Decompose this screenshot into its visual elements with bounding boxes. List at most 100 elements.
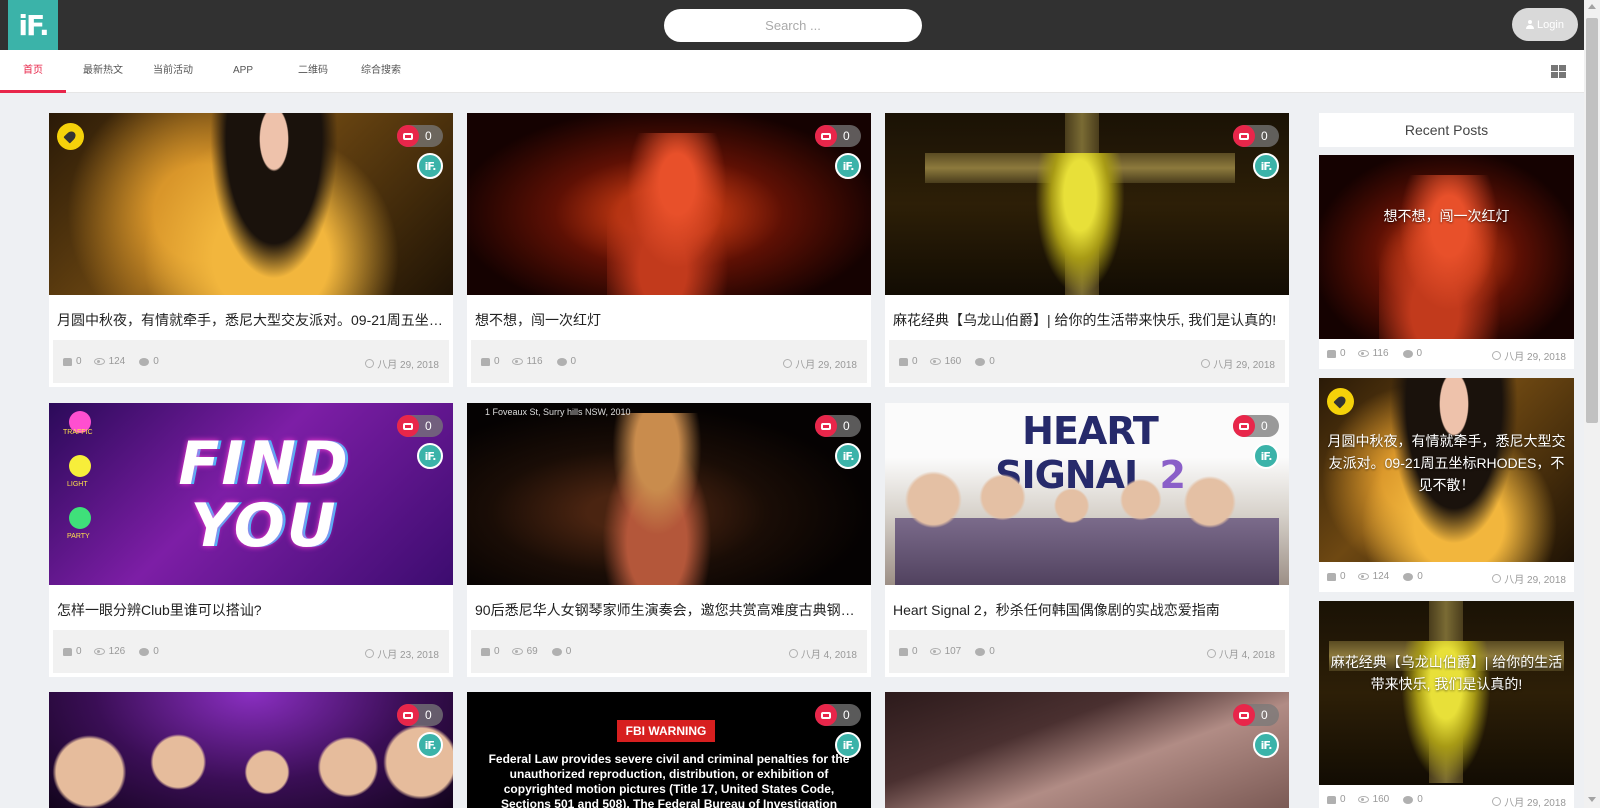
favorite-count: 0	[425, 419, 432, 433]
views-icon	[1357, 573, 1369, 580]
favorite-pill[interactable]: 0	[1233, 125, 1279, 147]
like-icon[interactable]	[899, 647, 908, 656]
site-logo[interactable]: iF.	[8, 0, 58, 50]
like-icon[interactable]	[1327, 349, 1336, 358]
comment-icon	[139, 357, 150, 366]
recent-post-thumbnail[interactable]: 想不想，闯一次红灯	[1319, 155, 1574, 339]
comment-count: 0	[565, 646, 572, 657]
view-count: 124	[1372, 571, 1390, 582]
site-badge-icon: iF.	[417, 443, 443, 469]
like-icon[interactable]	[899, 357, 908, 366]
favorite-icon	[815, 125, 837, 147]
post-thumbnail[interactable]: 0 iF.	[49, 692, 453, 808]
favorite-pill[interactable]: 0	[815, 415, 861, 437]
main-nav: 首页 最新热文 当前活动 APP 二维码 综合搜索	[0, 50, 1584, 93]
featured-rocket-icon	[57, 123, 84, 150]
nav-item-events[interactable]: 当前活动	[140, 50, 206, 93]
site-badge-icon: iF.	[1253, 732, 1279, 758]
post-title[interactable]: 想不想，闯一次红灯	[475, 310, 863, 330]
post-title[interactable]: 90后悉尼华人女钢琴家师生演奏会，邀您共赏高难度古典钢琴名曲	[475, 600, 863, 620]
favorite-count: 0	[425, 708, 432, 722]
favorite-icon	[1233, 125, 1255, 147]
search-input[interactable]	[664, 9, 922, 42]
post-title[interactable]: 麻花经典【乌龙山伯爵】| 给你的生活带来快乐, 我们是认真的!	[893, 310, 1281, 330]
favorite-pill[interactable]: 0	[1233, 704, 1279, 726]
post-card[interactable]: FBI WARNING Federal Law provides severe …	[467, 692, 871, 808]
scroll-down-arrow-icon[interactable]	[1588, 797, 1596, 802]
login-button[interactable]: Login	[1512, 8, 1578, 41]
scroll-up-arrow-icon[interactable]	[1588, 4, 1596, 9]
nav-item-latest[interactable]: 最新热文	[70, 50, 136, 93]
recent-post-thumbnail[interactable]: 月圆中秋夜，有情就牵手，悉尼大型交友派对。09-21周五坐标RHODES，不见不…	[1319, 378, 1574, 562]
post-card[interactable]: 0 iF. 麻花经典【乌龙山伯爵】| 给你的生活带来快乐, 我们是认真的! 0 1…	[885, 113, 1289, 387]
post-thumbnail[interactable]: 0 iF.	[467, 113, 871, 295]
post-thumbnail[interactable]: 0 iF.	[885, 113, 1289, 295]
like-icon[interactable]	[1327, 572, 1336, 581]
image-text: 1 Foveaux St, Surry hills NSW, 2010	[485, 407, 631, 417]
favorite-icon	[397, 415, 419, 437]
post-thumbnail[interactable]: FBI WARNING Federal Law provides severe …	[467, 692, 871, 808]
nav-item-qrcode[interactable]: 二维码	[280, 50, 346, 93]
post-title[interactable]: 怎样一眼分辨Club里谁可以搭讪?	[57, 600, 445, 620]
favorite-pill[interactable]: 0	[815, 125, 861, 147]
favorite-pill[interactable]: 0	[397, 415, 443, 437]
post-meta: 0 116 0 八月 29, 2018	[471, 340, 867, 383]
recent-post-meta: 0 124 0 八月 29, 2018	[1319, 567, 1574, 586]
recent-post[interactable]: 麻花经典【乌龙山伯爵】| 给你的生活带来快乐, 我们是认真的! 0 160 0 八月…	[1319, 601, 1574, 808]
recent-post-thumbnail[interactable]: 麻花经典【乌龙山伯爵】| 给你的生活带来快乐, 我们是认真的!	[1319, 601, 1574, 785]
views-icon	[1357, 796, 1369, 803]
recent-post-caption[interactable]: 麻花经典【乌龙山伯爵】| 给你的生活带来快乐, 我们是认真的!	[1325, 651, 1568, 695]
like-icon[interactable]	[1327, 795, 1336, 804]
like-icon[interactable]	[481, 647, 490, 656]
featured-rocket-icon	[1327, 388, 1354, 415]
favorite-pill[interactable]: 0	[815, 704, 861, 726]
page-scrollbar[interactable]	[1584, 0, 1600, 808]
post-title[interactable]: 月圆中秋夜，有情就牵手，悉尼大型交友派对。09-21周五坐标RHODES，不见不…	[57, 310, 445, 330]
recent-post-caption[interactable]: 月圆中秋夜，有情就牵手，悉尼大型交友派对。09-21周五坐标RHODES，不见不…	[1325, 430, 1568, 496]
favorite-icon	[397, 704, 419, 726]
comment-count: 0	[153, 646, 159, 657]
post-date: 八月 23, 2018	[377, 650, 439, 661]
post-card[interactable]: TRAFFIC LIGHT PARTY FIND YOU 0 iF. 怎样一眼分辨…	[49, 403, 453, 677]
post-thumbnail[interactable]: 0 iF.	[49, 113, 453, 295]
comment-icon	[1402, 349, 1413, 358]
grid-view-icon[interactable]	[1551, 65, 1566, 78]
clock-icon	[1492, 797, 1502, 806]
favorite-pill[interactable]: 0	[397, 704, 443, 726]
clock-icon	[1492, 574, 1502, 583]
post-card[interactable]: 0 iF.	[885, 692, 1289, 808]
like-icon[interactable]	[481, 357, 490, 366]
post-card[interactable]: 0 iF. 月圆中秋夜，有情就牵手，悉尼大型交友派对。09-21周五坐标RHOD…	[49, 113, 453, 387]
recent-post[interactable]: 想不想，闯一次红灯 0 116 0 八月 29, 2018	[1319, 155, 1574, 369]
post-date: 八月 29, 2018	[1504, 798, 1566, 808]
post-title[interactable]: Heart Signal 2，秒杀任何韩国偶像剧的实战恋爱指南	[893, 600, 1281, 620]
post-thumbnail[interactable]: HEART SIGNAL 2 0 iF.	[885, 403, 1289, 585]
nav-item-home[interactable]: 首页	[0, 50, 66, 93]
like-icon[interactable]	[63, 357, 72, 366]
post-card[interactable]: HEART SIGNAL 2 0 iF. Heart Signal 2，秒杀任何…	[885, 403, 1289, 677]
post-thumbnail[interactable]: 0 iF.	[885, 692, 1289, 808]
post-thumbnail[interactable]: 1 Foveaux St, Surry hills NSW, 2010 0 iF…	[467, 403, 871, 585]
favorite-count: 0	[1261, 129, 1268, 143]
post-card[interactable]: 0 iF.	[49, 692, 453, 808]
views-icon	[929, 648, 941, 655]
nav-item-app[interactable]: APP	[210, 50, 276, 93]
comment-count: 0	[989, 646, 995, 657]
favorite-pill[interactable]: 0	[1233, 415, 1279, 437]
scroll-thumb[interactable]	[1586, 18, 1598, 423]
site-badge-icon: iF.	[417, 732, 443, 758]
recent-post[interactable]: 月圆中秋夜，有情就牵手，悉尼大型交友派对。09-21周五坐标RHODES，不见不…	[1319, 378, 1574, 592]
like-count: 0	[1340, 571, 1346, 582]
like-icon[interactable]	[63, 647, 72, 656]
comment-count: 0	[989, 356, 995, 367]
favorite-pill[interactable]: 0	[397, 125, 443, 147]
nav-item-search[interactable]: 综合搜索	[348, 50, 414, 93]
like-count: 0	[912, 356, 918, 367]
site-badge-icon: iF.	[1253, 153, 1279, 179]
post-card[interactable]: 0 iF. 想不想，闯一次红灯 0 116 0 八月 29, 2018	[467, 113, 871, 387]
post-card[interactable]: 1 Foveaux St, Surry hills NSW, 2010 0 iF…	[467, 403, 871, 677]
post-thumbnail[interactable]: TRAFFIC LIGHT PARTY FIND YOU 0 iF.	[49, 403, 453, 585]
view-count: 124	[108, 356, 126, 367]
post-date: 八月 4, 2018	[1218, 650, 1275, 661]
recent-post-caption[interactable]: 想不想，闯一次红灯	[1325, 205, 1568, 227]
